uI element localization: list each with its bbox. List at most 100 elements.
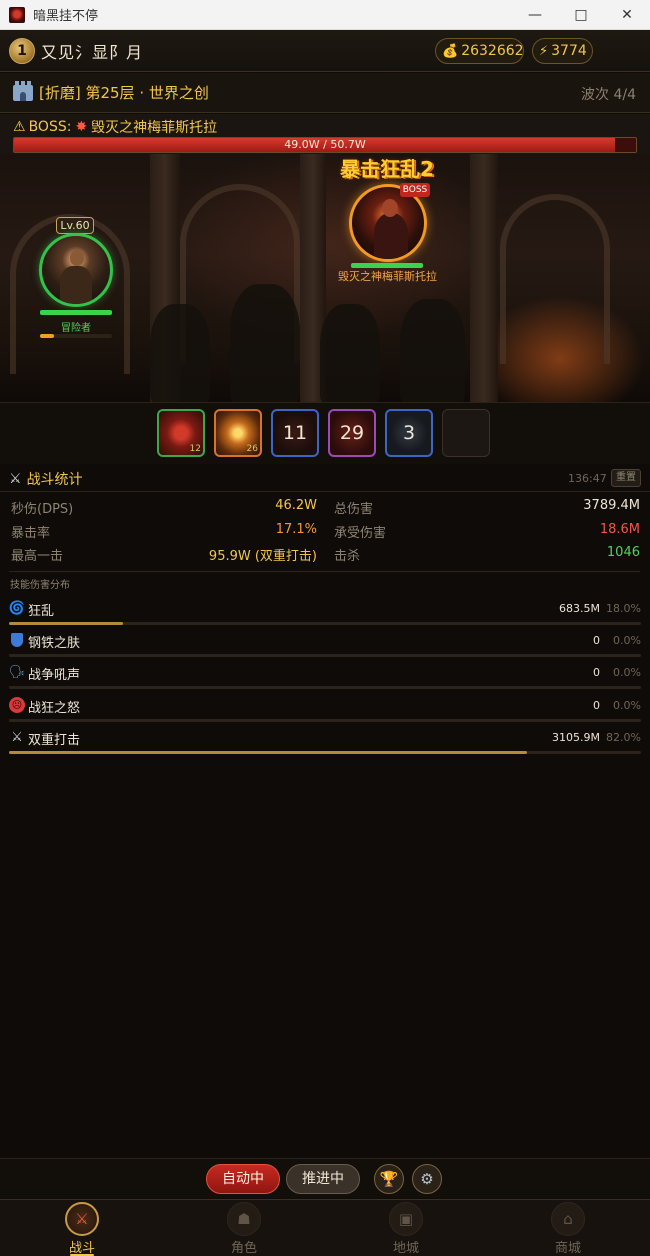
stat-value: 3789.4M — [583, 498, 640, 513]
bottom-nav: ⚔ 战斗 ☗ 角色 ▣ 地城 ⌂ 商城 — [0, 1199, 650, 1256]
swirl-icon: 🌀 — [8, 600, 26, 616]
skill-damage-row: 🌀 狂乱 683.5M 18.0% — [9, 600, 641, 632]
skill-damage-value: 683.5M — [559, 602, 600, 615]
stat-max-hit: 最高一击 95.9W (双重打击) — [11, 545, 317, 565]
stat-value: 18.6M — [599, 522, 640, 537]
app-icon — [9, 6, 25, 23]
nav-label: 商城 — [554, 1241, 581, 1256]
player-level-badge[interactable]: 1 — [9, 37, 35, 64]
skill-damage-percent: 0.0% — [613, 699, 641, 712]
hero-name: 冒险者 — [61, 323, 91, 334]
skill-slot-cooldown[interactable]: 11 — [271, 409, 319, 457]
skill-damage-percent: 82.0% — [606, 731, 641, 744]
nav-item-character[interactable]: ☗ 角色 — [163, 1200, 325, 1256]
reset-button[interactable]: 重置 — [611, 469, 641, 487]
skill-distribution-title: 技能伤害分布 — [10, 580, 70, 591]
skill-damage-value: 0 — [593, 666, 600, 679]
hero-hp-fill — [40, 310, 112, 315]
nav-label: 角色 — [230, 1241, 257, 1256]
skill-cooldown-label: 3 — [402, 422, 416, 444]
window-titlebar: 暗黑挂不停 — □ ✕ — [0, 0, 650, 30]
gear-icon[interactable]: ⚙ — [412, 1164, 442, 1194]
boss-label: ⚠ BOSS: ✸ 毁灭之神梅菲斯托拉 — [13, 117, 217, 137]
stats-divider — [9, 571, 640, 572]
skill-damage-bar — [9, 719, 641, 722]
boss-name: 毁灭之神梅菲斯托拉 — [91, 120, 218, 136]
stat-value: 1046 — [606, 545, 640, 560]
boss-tag: BOSS — [400, 183, 430, 197]
stat-label: 秒伤(DPS) — [11, 502, 74, 517]
scene-arch — [500, 194, 610, 364]
swords-icon: ⚔ — [65, 1202, 99, 1236]
boss-portrait-name: 毁灭之神梅菲斯托拉 — [338, 270, 437, 283]
character-icon: ☗ — [227, 1202, 261, 1236]
skill-name: 狂乱 — [28, 604, 55, 619]
warning-icon: ⚠ — [13, 119, 26, 135]
rage-face-icon: ☹ — [9, 697, 25, 713]
gold-counter[interactable]: 💰 2632662 — [435, 38, 524, 64]
skill-slot-empty[interactable] — [442, 409, 490, 457]
skill-slot-count: 12 — [189, 444, 201, 454]
castle-icon — [13, 80, 33, 101]
close-icon[interactable]: ✕ — [604, 0, 650, 30]
boss-hp-text: 49.0W / 50.7W — [284, 138, 366, 151]
trophy-icon[interactable]: 🏆 — [374, 1164, 404, 1194]
skill-name: 双重打击 — [28, 733, 81, 748]
skill-slot-rage[interactable]: 12 — [157, 409, 205, 457]
maximize-icon[interactable]: □ — [558, 0, 604, 30]
lightning-icon: ⚡ — [539, 43, 549, 59]
skill-cooldown-label: 29 — [339, 422, 365, 444]
combat-float-text: 暴击狂乱2 — [340, 157, 434, 181]
window-title: 暗黑挂不停 — [33, 9, 99, 24]
stat-damage-taken: 承受伤害 18.6M — [334, 522, 640, 542]
stage-title: [折磨] 第25层 · 世界之创 — [39, 84, 209, 102]
minimize-icon[interactable]: — — [512, 0, 558, 30]
nav-item-shop[interactable]: ⌂ 商城 — [487, 1200, 649, 1256]
stage-bar: [折磨] 第25层 · 世界之创 波次 4/4 — [0, 73, 650, 113]
skill-damage-row: ⚔ 双重打击 3105.9M 82.0% — [9, 729, 641, 761]
nav-item-dungeon[interactable]: ▣ 地城 — [325, 1200, 487, 1256]
skill-damage-bar — [9, 751, 641, 754]
stat-value: 17.1% — [275, 522, 317, 537]
stats-timer: 136:47 — [568, 472, 607, 485]
skill-name: 战狂之怒 — [28, 701, 81, 716]
skill-damage-percent: 18.0% — [606, 602, 641, 615]
skill-damage-bar — [9, 622, 641, 625]
skill-name: 钢铁之肤 — [28, 636, 81, 651]
burst-icon: ✸ — [75, 119, 88, 135]
push-progress-button[interactable]: 推进中 — [286, 1164, 360, 1194]
dungeon-icon: ▣ — [389, 1202, 423, 1236]
skill-damage-value: 3105.9M — [552, 731, 600, 744]
player-name: 又见氵显阝月 — [41, 42, 144, 62]
hero-portrait[interactable] — [39, 233, 113, 307]
skill-name: 战争吼声 — [28, 668, 81, 683]
scene-pillar — [470, 154, 498, 402]
scene-figure — [320, 304, 380, 402]
shout-icon: 🗣 — [8, 664, 26, 680]
stat-label: 最高一击 — [11, 549, 64, 564]
stat-label: 承受伤害 — [334, 526, 387, 541]
skill-damage-row: 钢铁之肤 0 0.0% — [9, 632, 641, 664]
skill-damage-bar-fill — [9, 622, 123, 625]
hero-level-tag: Lv.60 — [56, 217, 94, 234]
scene-figure — [400, 299, 465, 402]
skill-slot-cooldown[interactable]: 3 — [385, 409, 433, 457]
boss-label-text: BOSS: — [28, 119, 72, 135]
skill-slot-burst[interactable]: 26 — [214, 409, 262, 457]
boss-hp-bar: 49.0W / 50.7W — [13, 137, 637, 153]
money-bag-icon: 💰 — [442, 43, 459, 59]
skill-damage-bar-fill — [9, 751, 528, 754]
skill-damage-row: 🗣 战争吼声 0 0.0% — [9, 664, 641, 696]
auto-battle-button[interactable]: 自动中 — [206, 1164, 280, 1194]
hero-energy-fill — [40, 334, 55, 338]
skill-damage-bar — [9, 654, 641, 657]
shield-icon — [11, 633, 23, 647]
stat-dps: 秒伤(DPS) 46.2W — [11, 498, 317, 518]
wave-counter: 波次 4/4 — [581, 87, 636, 103]
stat-crit-rate: 暴击率 17.1% — [11, 522, 317, 542]
skill-slot-cooldown[interactable]: 29 — [328, 409, 376, 457]
energy-counter[interactable]: ⚡ 3774 — [532, 38, 593, 64]
energy-amount: 3774 — [551, 43, 587, 59]
crossed-swords-icon: ⚔ — [9, 471, 22, 487]
nav-item-battle[interactable]: ⚔ 战斗 — [1, 1200, 163, 1256]
